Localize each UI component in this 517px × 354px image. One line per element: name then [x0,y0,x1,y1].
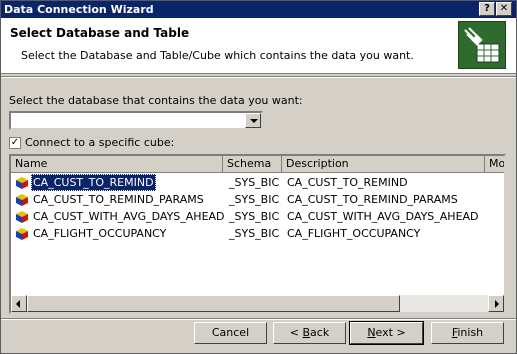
table-row[interactable]: CA_CUST_TO_REMIND _SYS_BIC CA_CUST_TO_RE… [11,174,504,191]
scroll-left-button[interactable] [11,295,27,312]
cube-icon [16,177,28,189]
row-schema: _SYS_BIC [229,227,280,240]
page-subtitle: Select the Database and Table/Cube which… [21,49,414,62]
back-prefix: < [289,326,303,339]
column-header-moc[interactable]: Moc [485,156,504,173]
row-name: CA_CUST_TO_REMIND_PARAMS [33,193,204,206]
help-button[interactable]: ? [479,2,495,16]
window-title: Data Connection Wizard [4,3,154,16]
cube-list[interactable]: Name Schema Description Moc CA_CUST_TO_R… [9,154,506,314]
column-header-name[interactable]: Name [11,156,223,173]
column-header-schema[interactable]: Schema [223,156,282,173]
header-divider [1,76,516,78]
table-row[interactable]: CA_CUST_WITH_AVG_DAYS_AHEAD _SYS_BIC CA_… [11,208,504,225]
next-accesskey: N [367,326,376,339]
back-accesskey: B [302,326,311,339]
finish-button[interactable]: Finish [431,322,504,344]
row-name: CA_CUST_WITH_AVG_DAYS_AHEAD [33,210,225,223]
cancel-button[interactable]: Cancel [194,322,267,344]
next-button[interactable]: Next > [349,321,424,345]
table-row[interactable]: CA_FLIGHT_OCCUPANCY _SYS_BIC CA_FLIGHT_O… [11,225,504,242]
row-schema: _SYS_BIC [229,210,280,223]
scroll-right-button[interactable] [488,295,504,312]
database-label: Select the database that contains the da… [9,94,303,107]
next-label: ext > [375,326,406,339]
footer-divider [1,318,516,320]
back-label: ack [310,326,330,339]
row-name: CA_CUST_TO_REMIND [31,174,156,191]
finish-label: inish [457,326,484,339]
data-connection-icon [458,21,506,69]
row-schema: _SYS_BIC [229,176,280,189]
connect-cube-label[interactable]: Connect to a specific cube: [25,136,174,149]
horizontal-scrollbar[interactable] [11,295,504,312]
wizard-window: Data Connection Wizard ? ✕ Select Databa… [0,0,517,354]
row-description: CA_FLIGHT_OCCUPANCY [287,227,421,240]
row-schema: _SYS_BIC [229,193,280,206]
row-name: CA_FLIGHT_OCCUPANCY [33,227,167,240]
back-button[interactable]: < Back [273,322,346,344]
close-button[interactable]: ✕ [496,2,512,16]
title-bar[interactable]: Data Connection Wizard ? ✕ [1,1,516,18]
wizard-header: Select Database and Table Select the Dat… [1,18,516,74]
table-row[interactable]: CA_CUST_TO_REMIND_PARAMS _SYS_BIC CA_CUS… [11,191,504,208]
cube-icon [16,194,28,206]
cube-icon [16,228,28,240]
page-title: Select Database and Table [10,26,190,40]
cube-icon [16,211,28,223]
connect-cube-checkbox[interactable]: ✓ [9,137,21,149]
column-header-description[interactable]: Description [282,156,485,173]
database-dropdown[interactable] [9,111,263,130]
scroll-thumb[interactable] [27,295,400,312]
row-description: CA_CUST_TO_REMIND_PARAMS [287,193,458,206]
row-description: CA_CUST_TO_REMIND [287,176,408,189]
chevron-down-icon[interactable] [245,113,261,128]
row-description: CA_CUST_WITH_AVG_DAYS_AHEAD [287,210,479,223]
